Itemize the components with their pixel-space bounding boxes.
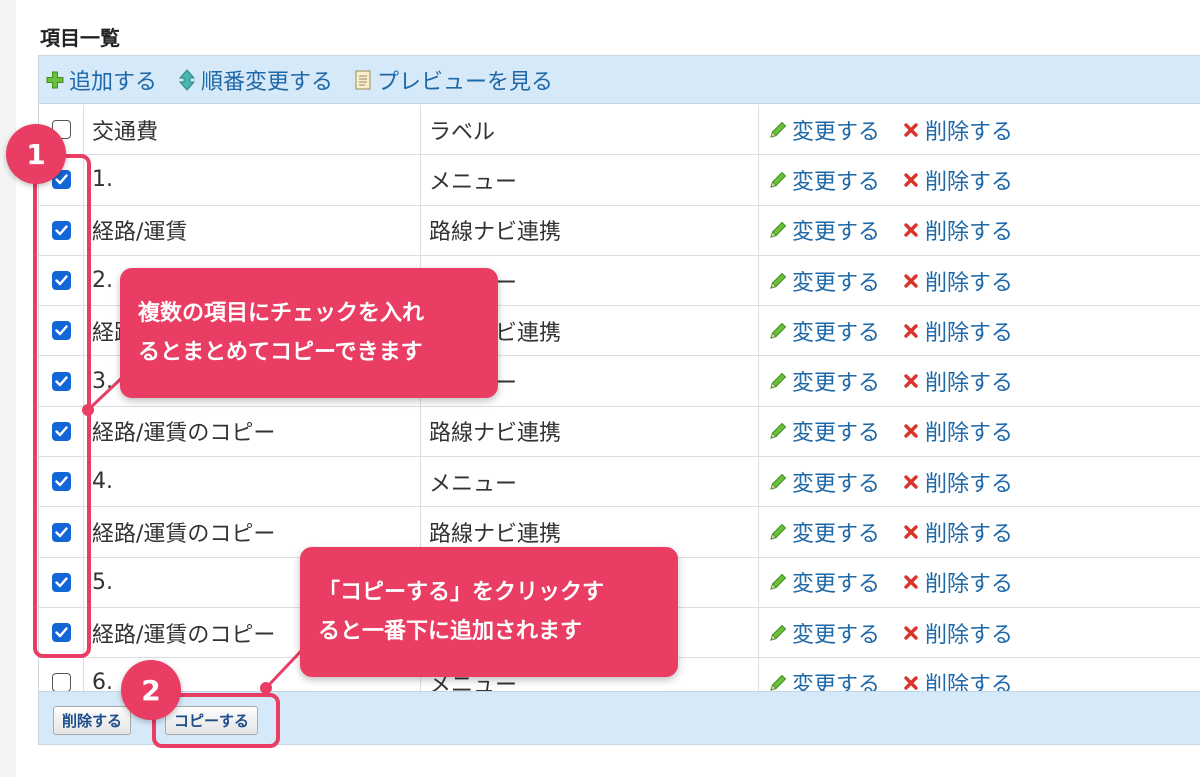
callout2-anchor-dot [260,682,272,694]
callout-copy-instruction: 「コピーする」をクリックす ると一番下に追加されます [300,547,678,677]
step-badge-2: 2 [121,660,181,720]
callout1-anchor-dot [82,404,94,416]
callout1-line2: るとまとめてコピーできます [138,340,423,365]
callout2-line2: ると一番下に追加されます [318,619,583,644]
callout2-line1: 「コピーする」をクリックす [318,580,605,605]
callout2-connector [264,648,304,690]
callout-multi-select: 複数の項目にチェックを入れ るとまとめてコピーできます [120,268,498,398]
step-badge-1: 1 [6,124,66,184]
callout1-line1: 複数の項目にチェックを入れ [138,301,425,326]
